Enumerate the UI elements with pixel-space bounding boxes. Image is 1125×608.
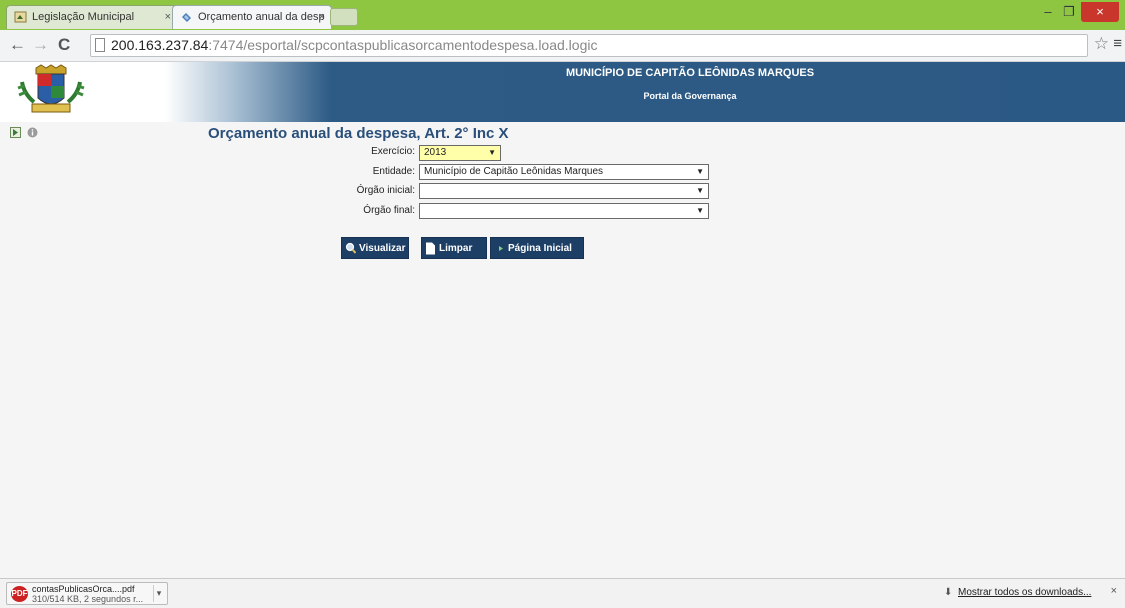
minimize-button[interactable]: – (1037, 2, 1059, 22)
download-bar: PDF contasPublicasOrca....pdf 310/514 KB… (0, 578, 1125, 608)
new-tab-button[interactable] (330, 8, 358, 26)
page-tools (10, 125, 40, 143)
orgao-inicial-label: Órgão inicial: (356, 185, 415, 196)
dropdown-arrow-icon: ▼ (696, 186, 704, 195)
restore-button[interactable]: ❐ (1059, 2, 1079, 22)
address-bar[interactable]: 200.163.237.84:7474/esportal/scpcontaspu… (90, 34, 1088, 57)
limpar-button[interactable]: Limpar (421, 237, 487, 259)
pagina-inicial-button[interactable]: Página Inicial (490, 237, 584, 259)
browser-tab-strip: Legislação Municipal × Orçamento anual d… (0, 0, 1125, 30)
portal-header: MUNICÍPIO DE CAPITÃO LEÔNIDAS MARQUES Po… (0, 62, 1125, 122)
close-tab-icon[interactable]: × (319, 6, 325, 28)
show-all-downloads-link[interactable]: Mostrar todos os downloads... (958, 587, 1091, 598)
export-icon[interactable] (10, 125, 21, 138)
municipal-coat-of-arms-logo (14, 64, 92, 120)
download-file-name: contasPublicasOrca....pdf (32, 584, 135, 594)
blank-page-icon (425, 242, 436, 255)
exercicio-select[interactable]: 2013 ▼ (419, 145, 501, 161)
municipality-title: MUNICÍPIO DE CAPITÃO LEÔNIDAS MARQUES (565, 67, 815, 79)
tab-legislacao-municipal[interactable]: Legislação Municipal × (6, 5, 178, 29)
magnifier-icon (345, 242, 357, 255)
download-item[interactable]: PDF contasPublicasOrca....pdf 310/514 KB… (6, 582, 168, 605)
close-tab-icon[interactable]: × (165, 6, 171, 28)
page-favicon-icon (180, 11, 193, 23)
back-arrow-icon[interactable]: ← (9, 34, 26, 56)
arrow-icon (494, 242, 505, 255)
download-options-chevron-icon[interactable]: ▾ (153, 585, 164, 602)
close-download-bar-icon[interactable]: × (1111, 585, 1117, 597)
reload-icon[interactable]: C (58, 34, 70, 56)
visualizar-button[interactable]: Visualizar (341, 237, 409, 259)
download-status: 310/514 KB, 2 segundos r... (32, 594, 144, 604)
page-icon (95, 38, 105, 52)
page-title: Orçamento anual da despesa, Art. 2° Inc … (208, 125, 509, 142)
menu-icon[interactable]: ≡ (1113, 35, 1122, 52)
orgao-final-label: Órgão final: (363, 205, 415, 216)
dropdown-arrow-icon: ▼ (696, 167, 704, 176)
download-arrow-icon: ⬇ (944, 587, 953, 598)
info-icon[interactable] (27, 125, 38, 138)
tab-orcamento-anual[interactable]: Orçamento anual da desp × (172, 5, 332, 29)
orgao-inicial-select[interactable]: ▼ (419, 183, 709, 199)
url-text: 200.163.237.84:7474/esportal/scpcontaspu… (111, 37, 598, 53)
window-close-button[interactable]: × (1081, 2, 1119, 22)
entidade-select[interactable]: Município de Capitão Leônidas Marques ▼ (419, 164, 709, 180)
pdf-file-icon: PDF (11, 586, 28, 602)
dropdown-arrow-icon: ▼ (696, 206, 704, 215)
orgao-final-select[interactable]: ▼ (419, 203, 709, 219)
entidade-label: Entidade: (372, 166, 415, 177)
tab-title: Legislação Municipal (32, 11, 135, 23)
document-icon (14, 11, 27, 23)
portal-subtitle: Portal da Governança (643, 91, 737, 101)
bookmark-star-icon[interactable]: ☆ (1094, 34, 1109, 54)
browser-toolbar: ← → C 200.163.237.84:7474/esportal/scpco… (0, 30, 1125, 62)
exercicio-label: Exercício: (371, 146, 415, 157)
tab-title: Orçamento anual da desp (198, 11, 325, 23)
forward-arrow-icon[interactable]: → (32, 34, 49, 56)
dropdown-arrow-icon: ▼ (488, 148, 496, 157)
